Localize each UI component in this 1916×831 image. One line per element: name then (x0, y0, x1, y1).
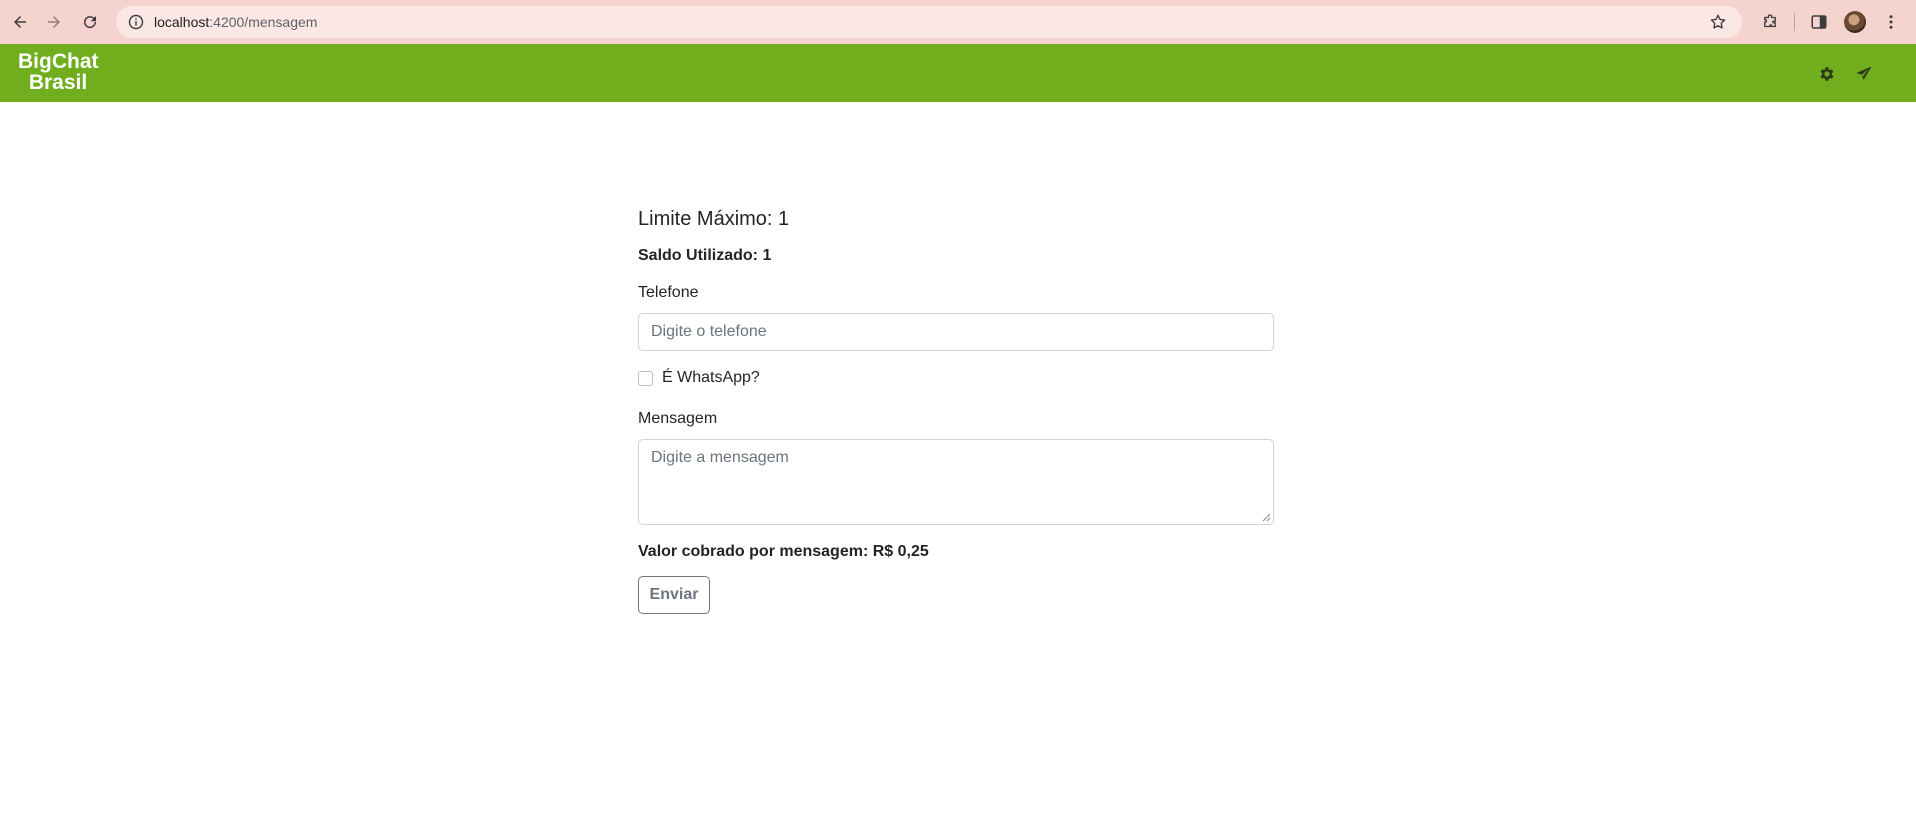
profile-avatar[interactable] (1837, 4, 1873, 40)
address-bar[interactable]: localhost:4200/mensagem (116, 6, 1742, 38)
send-icon[interactable] (1854, 64, 1874, 84)
reload-button[interactable] (72, 4, 108, 40)
browser-actions (1752, 4, 1909, 40)
brand-line-1: BigChat (18, 50, 99, 73)
url-path: :4200/mensagem (209, 14, 318, 30)
back-button[interactable] (2, 4, 38, 40)
phone-input[interactable]: Digite o telefone (638, 313, 1274, 351)
site-info-icon[interactable] (126, 12, 146, 32)
saldo-text: Saldo Utilizado: 1 (638, 247, 772, 264)
limit-title: Limite Máximo: 1 (638, 208, 790, 230)
gear-icon[interactable] (1817, 64, 1837, 84)
send-button[interactable]: Enviar (638, 576, 710, 614)
whatsapp-label[interactable]: É WhatsApp? (662, 369, 760, 387)
side-panel-icon[interactable] (1801, 4, 1837, 40)
menu-kebab-icon[interactable] (1873, 4, 1909, 40)
toolbar-divider (1794, 13, 1795, 31)
message-textarea[interactable]: Digite a mensagem (638, 439, 1274, 525)
whatsapp-row: É WhatsApp? (638, 369, 760, 387)
extensions-icon[interactable] (1752, 4, 1788, 40)
brand-line-2: Brasil (28, 71, 88, 94)
resize-handle-icon[interactable] (1261, 512, 1271, 522)
price-per-message: Valor cobrado por mensagem: R$ 0,25 (638, 543, 929, 560)
browser-toolbar: localhost:4200/mensagem (0, 0, 1916, 44)
whatsapp-checkbox[interactable] (638, 370, 653, 386)
brand-logo[interactable]: BigChat Brasil (18, 50, 99, 94)
avatar (1844, 11, 1866, 33)
message-placeholder: Digite a mensagem (651, 449, 789, 466)
bookmark-star-icon[interactable] (1708, 12, 1728, 32)
arrow-right-icon (48, 16, 60, 28)
message-label: Mensagem (638, 410, 718, 427)
phone-label: Telefone (638, 284, 699, 301)
url-host: localhost (154, 14, 210, 30)
app-header: BigChat Brasil (0, 44, 1916, 102)
url-text: localhost:4200/mensagem (154, 14, 317, 30)
forward-button[interactable] (36, 4, 72, 40)
reload-icon (84, 16, 97, 29)
arrow-left-icon (14, 16, 26, 28)
